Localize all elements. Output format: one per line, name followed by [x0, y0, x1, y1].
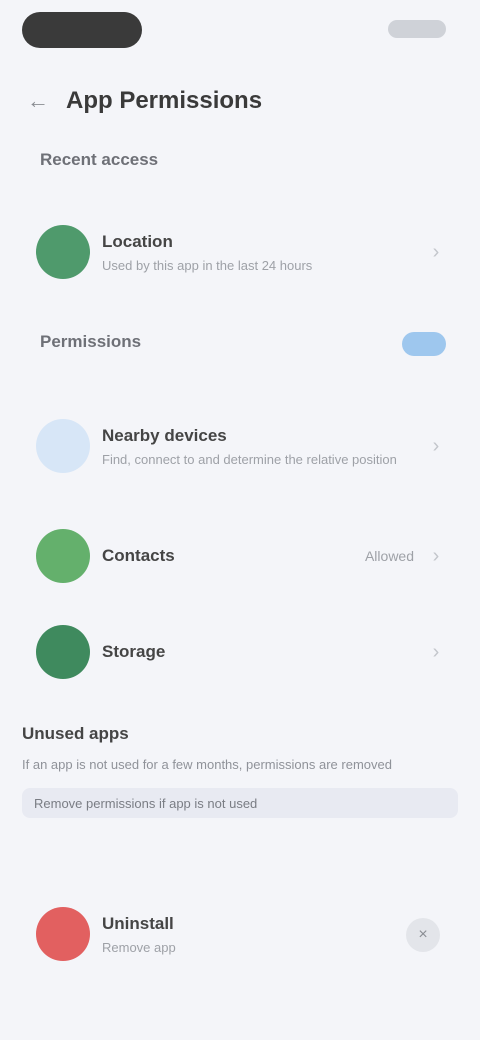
chevron-right-icon: ›	[432, 544, 440, 567]
list-item-title: Storage	[102, 642, 166, 661]
list-item-contacts-text: Contacts	[102, 546, 365, 566]
uninstall-subtitle: Remove app	[102, 939, 176, 955]
list-item-storage[interactable]: Storage ›	[22, 622, 458, 682]
recent-item-subtitle: Used by this app in the last 24 hours	[102, 257, 313, 273]
page-title: App Permissions	[66, 87, 263, 114]
info-text: If an app is not used for a few months, …	[22, 757, 392, 772]
chevron-right-icon: ›	[432, 240, 440, 263]
location-icon	[36, 225, 90, 279]
recent-item-text: Location Used by this app in the last 24…	[102, 232, 424, 273]
list-item-value: Allowed	[364, 548, 414, 564]
list-item-nearby[interactable]: Nearby devices Find, connect to and dete…	[22, 414, 458, 478]
recent-item-title: Location	[102, 231, 173, 251]
list-item-storage-text: Storage	[102, 642, 424, 662]
status-bar	[0, 0, 480, 64]
recent-item[interactable]: Location Used by this app in the last 24…	[22, 222, 458, 282]
arrow-left-icon[interactable]: ←	[18, 81, 58, 121]
uninstall-icon	[36, 907, 90, 961]
permissions-toggle[interactable]	[402, 332, 446, 356]
list-item-title: Nearby devices	[102, 425, 227, 445]
uninstall-item[interactable]: Uninstall Remove app	[22, 902, 458, 966]
status-time-pill	[22, 12, 142, 48]
nearby-devices-icon	[36, 419, 90, 473]
list-item-title: Contacts	[102, 546, 175, 565]
section-label-recent: Recent access	[40, 150, 159, 169]
contacts-icon	[36, 529, 90, 583]
section-label-permissions: Permissions	[40, 332, 142, 351]
uninstall-item-text: Uninstall Remove app	[102, 914, 458, 955]
unused-apps-card: Unused apps If an app is not used for a …	[22, 724, 458, 844]
list-item-subtitle: Find, connect to and determine the relat…	[102, 451, 397, 467]
storage-icon	[36, 625, 90, 679]
remove-permissions-link[interactable]: Remove permissions if app is not used	[22, 788, 458, 818]
info-title: Unused apps	[22, 724, 129, 743]
delete-button[interactable]: ×	[406, 918, 440, 952]
status-icons	[388, 20, 446, 38]
chevron-right-icon: ›	[432, 434, 440, 457]
list-item-nearby-text: Nearby devices Find, connect to and dete…	[102, 426, 424, 467]
header: ← App Permissions	[0, 76, 480, 126]
chevron-right-icon: ›	[432, 640, 440, 663]
uninstall-title: Uninstall	[102, 913, 174, 933]
list-item-contacts[interactable]: Contacts Allowed ›	[22, 526, 458, 586]
